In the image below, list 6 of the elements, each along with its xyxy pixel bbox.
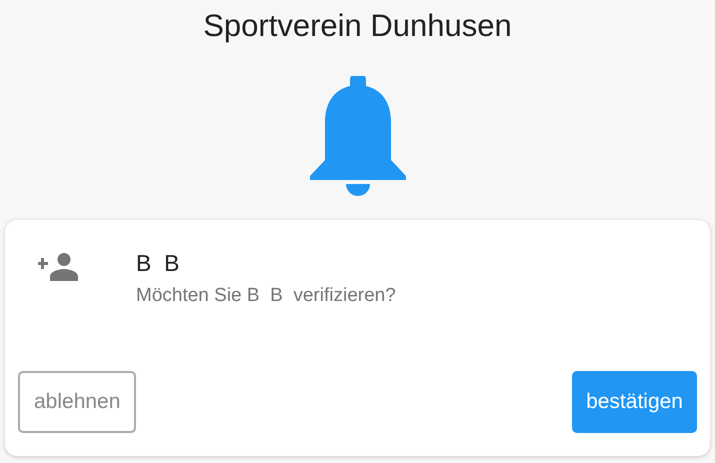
add-person-icon: [38, 253, 78, 281]
confirm-button[interactable]: bestätigen: [572, 371, 697, 433]
member-name: B B: [136, 250, 180, 277]
reject-button[interactable]: ablehnen: [18, 371, 136, 433]
page-title: Sportverein Dunhusen: [203, 7, 512, 45]
verification-message: Möchten Sie B B verifizieren?: [136, 285, 396, 307]
